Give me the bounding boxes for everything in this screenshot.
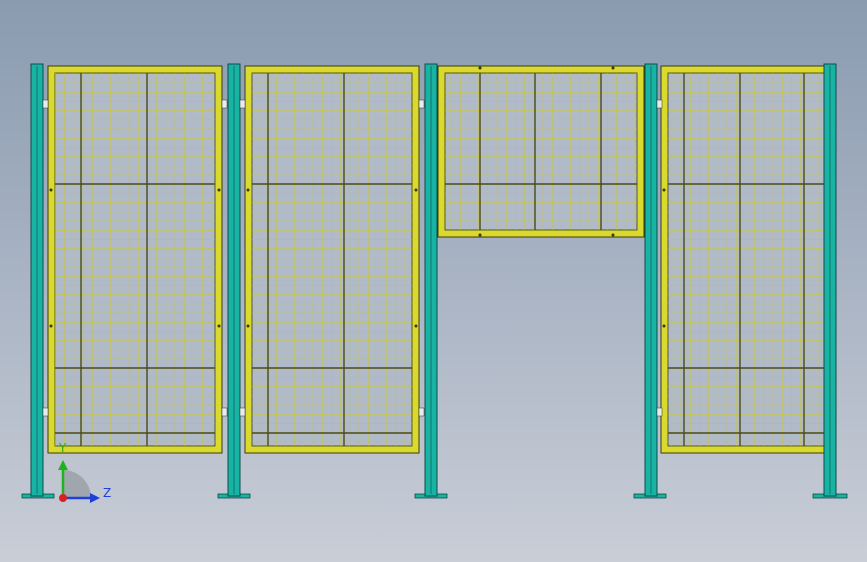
triad-plane-icon bbox=[63, 470, 91, 498]
fence-panel-4[interactable] bbox=[660, 65, 832, 454]
fence-top-panel[interactable] bbox=[437, 65, 645, 238]
fence-panel-1[interactable] bbox=[47, 65, 223, 454]
y-axis-label: Y bbox=[59, 441, 67, 455]
fence-panel-2[interactable] bbox=[244, 65, 420, 454]
coordinate-triad bbox=[58, 460, 100, 503]
z-axis-label: Z bbox=[103, 486, 112, 500]
cad-viewport[interactable]: Y Z bbox=[0, 0, 867, 562]
origin-dot-icon bbox=[59, 494, 67, 502]
fence-model[interactable] bbox=[0, 0, 867, 562]
